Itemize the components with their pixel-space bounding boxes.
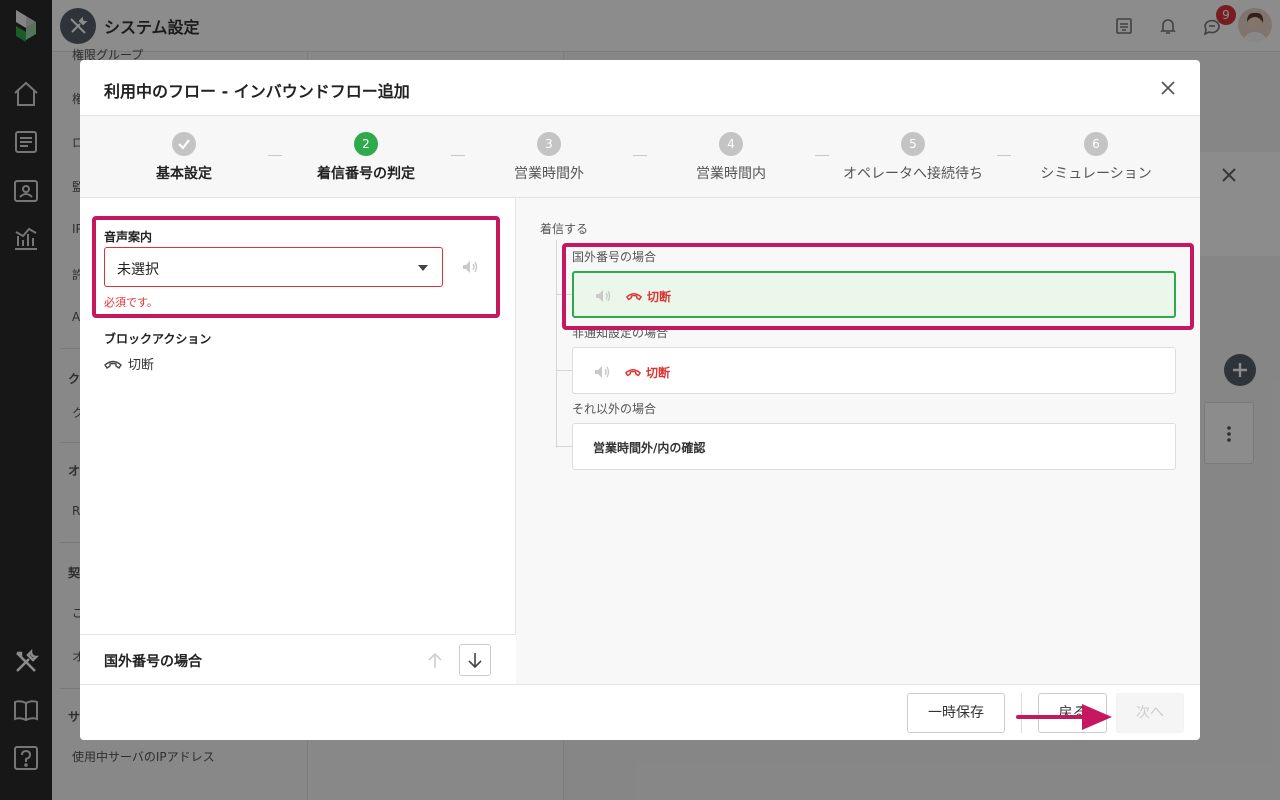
tree-line [556, 240, 557, 448]
hangup-icon [104, 360, 122, 369]
block-action-value: 切断 [104, 354, 154, 373]
block-action-text: 切断 [128, 358, 155, 373]
step-label: 営業時間外 [514, 166, 584, 182]
card-content: 切断 [593, 363, 670, 381]
step-connector [633, 155, 647, 156]
branch-card-other[interactable]: 営業時間外/内の確認 [572, 423, 1176, 470]
tree-line [556, 370, 572, 371]
voice-guidance-label: 音声案内 [104, 230, 153, 244]
temp-save-button[interactable]: 一時保存 [907, 693, 1005, 733]
move-down-button[interactable] [459, 644, 491, 676]
stepper: 基本設定 2 着信番号の判定 3 営業時間外 4 営業時間内 5 オペレータへ接… [80, 116, 1200, 198]
hangup-action: 切断 [625, 364, 670, 381]
step-1: 基本設定 [99, 132, 269, 183]
branch-label: 国外番号の場合 [572, 250, 657, 264]
step-2: 2 着信番号の判定 [281, 132, 451, 183]
step-connector [815, 155, 829, 156]
block-action-label: ブロックアクション [104, 332, 212, 346]
step-number: 6 [1084, 132, 1108, 156]
branch-card-anonymous[interactable]: 切断 [572, 347, 1176, 394]
branch-card-international[interactable]: 切断 [572, 271, 1176, 318]
tree-root-label: 着信する [540, 222, 589, 236]
step-label: 着信番号の判定 [317, 166, 415, 182]
step-3: 3 営業時間外 [464, 132, 634, 183]
modal-title: 利用中のフロー - インバウンドフロー追加 [104, 82, 410, 101]
step-connector [268, 155, 282, 156]
step-number: 5 [901, 132, 925, 156]
step-label: 営業時間内 [696, 166, 766, 182]
move-up-button[interactable] [418, 644, 450, 676]
speaker-icon [596, 290, 611, 302]
speaker-icon[interactable] [461, 258, 479, 276]
caret-down-icon [418, 265, 428, 271]
step-number: 3 [537, 132, 561, 156]
action-text: 切断 [647, 289, 672, 304]
card-content: 営業時間外/内の確認 [593, 439, 705, 456]
arrow-down-icon [468, 653, 482, 669]
close-icon[interactable] [1158, 78, 1178, 98]
next-button[interactable]: 次へ [1116, 693, 1184, 733]
hangup-icon [626, 293, 642, 301]
tree-line [556, 294, 572, 295]
error-message: 必須です。 [104, 296, 158, 309]
step-connector [997, 155, 1011, 156]
check-icon [172, 132, 196, 156]
step-4: 4 営業時間内 [646, 132, 816, 183]
step-connector [451, 155, 465, 156]
step-label: オペレータへ接続待ち [843, 166, 983, 182]
select-value: 未選択 [117, 262, 159, 278]
voice-guidance-select[interactable]: 未選択 [104, 247, 443, 287]
tree-line [556, 446, 572, 447]
speaker-icon [595, 366, 610, 378]
hangup-action: 切断 [626, 288, 671, 305]
branch-label: それ以外の場合 [572, 402, 657, 416]
step-5: 5 オペレータへ接続待ち [828, 132, 998, 183]
step-number: 4 [719, 132, 743, 156]
action-text: 営業時間外/内の確認 [593, 441, 706, 455]
card-content: 切断 [594, 287, 671, 305]
branch-label: 非通知設定の場合 [572, 326, 669, 340]
hangup-icon [625, 369, 641, 377]
step-label: シミュレーション [1040, 166, 1152, 182]
flow-tree-pane: 着信する 国外番号の場合 切断 非通知設定の場合 切断 それ以外の場合 営業時間… [516, 198, 1200, 684]
arrow-up-icon [428, 652, 442, 668]
branch-nav-footer: 国外番号の場合 [80, 634, 516, 684]
branch-settings-pane: 音声案内 未選択 必須です。 ブロックアクション 切断 [80, 198, 516, 684]
modal-header: 利用中のフロー - インバウンドフロー追加 [80, 60, 1200, 116]
step-label: 基本設定 [156, 166, 212, 182]
action-text: 切断 [646, 365, 671, 380]
add-inbound-flow-modal: 利用中のフロー - インバウンドフロー追加 基本設定 2 着信番号の判定 3 営… [80, 60, 1200, 740]
step-6: 6 シミュレーション [1011, 132, 1181, 183]
selected-branch-title: 国外番号の場合 [104, 654, 202, 670]
pointer-arrow-icon [1016, 704, 1112, 730]
step-number: 2 [354, 132, 378, 156]
